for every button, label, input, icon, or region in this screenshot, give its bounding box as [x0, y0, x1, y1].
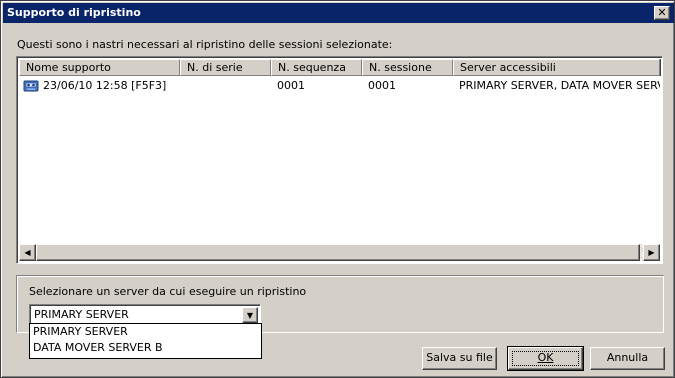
table-row[interactable]: 23/06/10 12:58 [F5F3] 0001 0001 PRIMARY … [19, 77, 660, 94]
cell-n-sessione: 0001 [368, 79, 396, 92]
dropdown-option-data-mover-server-b[interactable]: DATA MOVER SERVER B [30, 340, 261, 356]
server-select-dropdown-button[interactable]: ▼ [242, 307, 258, 323]
column-header-server-accessibili[interactable]: Server accessibili [453, 59, 660, 76]
restore-media-dialog: Supporto di ripristino ✕ Questi sono i n… [0, 0, 675, 378]
cell-server-accessibili: PRIMARY SERVER, DATA MOVER SERV [459, 79, 660, 92]
cancel-label: Annulla [606, 351, 649, 364]
column-header-n-serie[interactable]: N. di serie [180, 59, 271, 76]
arrow-left-icon: ◀ [24, 248, 31, 257]
horizontal-scrollbar[interactable]: ◀ ▶ [19, 244, 660, 261]
close-icon: ✕ [657, 6, 667, 19]
list-header: Nome supporto N. di serie N. sequenza N.… [19, 59, 660, 76]
save-to-file-button[interactable]: Salva su file [422, 347, 497, 370]
title-bar: Supporto di ripristino ✕ [3, 3, 674, 23]
media-list[interactable]: Nome supporto N. di serie N. sequenza N.… [16, 56, 663, 264]
tape-media-icon [23, 80, 39, 91]
column-header-nome-supporto[interactable]: Nome supporto [19, 59, 180, 76]
scroll-left-button[interactable]: ◀ [19, 244, 36, 261]
instruction-text: Questi sono i nastri necessari al ripris… [17, 38, 393, 51]
dropdown-option-primary-server[interactable]: PRIMARY SERVER [30, 324, 261, 340]
column-header-n-sequenza[interactable]: N. sequenza [271, 59, 362, 76]
dialog-title: Supporto di ripristino [7, 6, 141, 19]
ok-button[interactable]: OK [507, 346, 584, 371]
cell-n-sequenza: 0001 [277, 79, 305, 92]
column-header-n-sessione[interactable]: N. sessione [362, 59, 453, 76]
server-dropdown-list[interactable]: PRIMARY SERVER DATA MOVER SERVER B [29, 323, 262, 359]
ok-label: OK [537, 351, 554, 364]
scroll-right-button[interactable]: ▶ [643, 244, 660, 261]
server-group-label: Selezionare un server da cui eseguire un… [29, 285, 307, 298]
chevron-down-icon: ▼ [246, 310, 254, 320]
cell-nome-supporto: 23/06/10 12:58 [F5F3] [19, 79, 180, 93]
server-select-value: PRIMARY SERVER [34, 308, 129, 321]
save-to-file-label: Salva su file [426, 351, 493, 364]
close-button[interactable]: ✕ [654, 6, 670, 20]
media-name: 23/06/10 12:58 [F5F3] [43, 79, 167, 92]
server-select[interactable]: PRIMARY SERVER ▼ [29, 304, 261, 324]
arrow-right-icon: ▶ [648, 248, 655, 257]
cancel-button[interactable]: Annulla [590, 347, 665, 370]
scrollbar-thumb[interactable] [36, 244, 640, 261]
